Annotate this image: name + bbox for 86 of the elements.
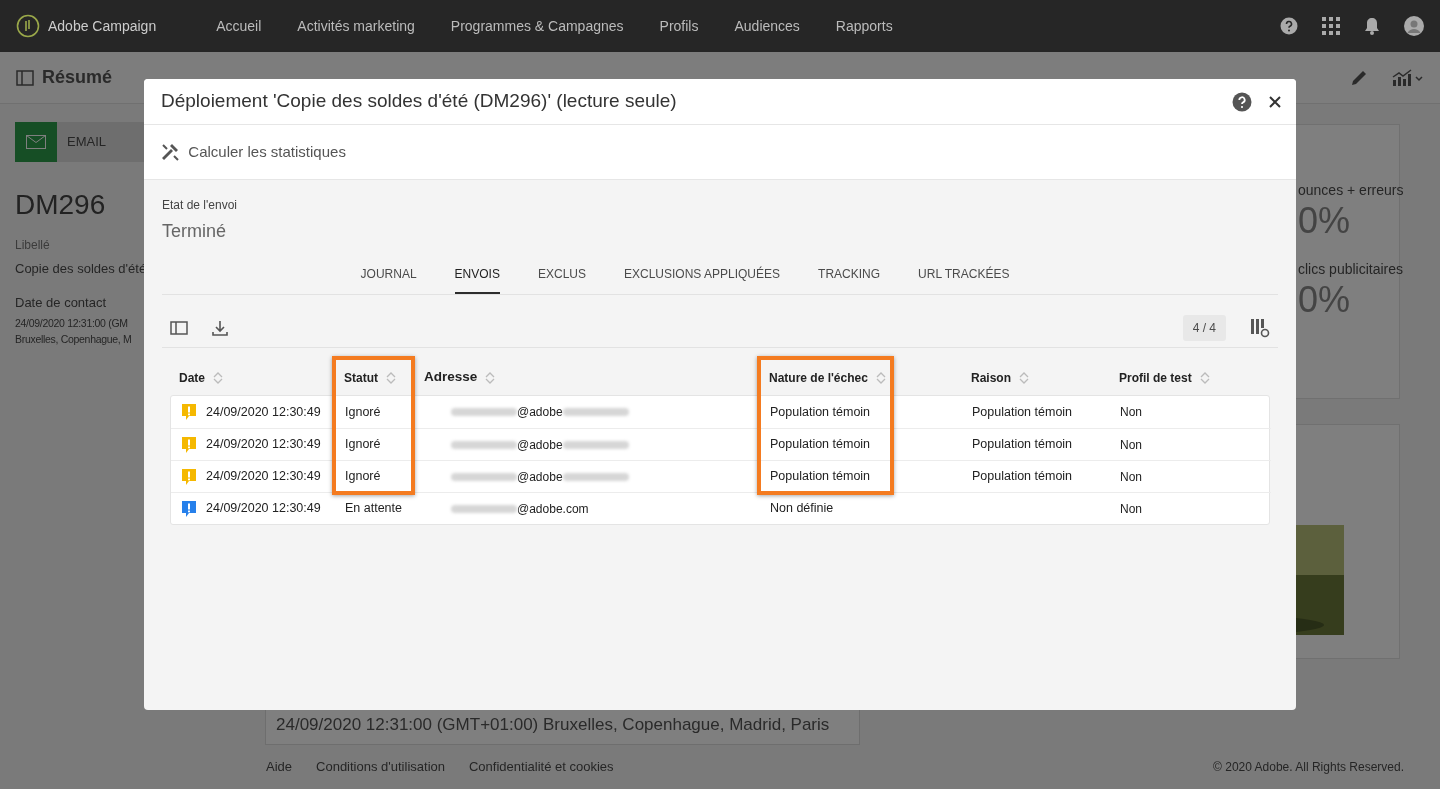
column-title: Date	[179, 369, 205, 387]
table-cell-text: Population témoin	[770, 436, 871, 454]
panel-icon[interactable]	[170, 321, 188, 335]
warning-icon	[180, 435, 198, 454]
page-title: Résumé	[42, 66, 113, 89]
tab[interactable]: TRACKING	[818, 259, 881, 294]
table-cell-text: Ignoré	[345, 468, 381, 486]
table-cell-text: Ignoré	[345, 403, 381, 421]
table-cell-text: Ignoré	[345, 436, 381, 454]
table-cell-text: 24/09/2020 12:30:49	[206, 436, 321, 454]
warning-icon	[180, 467, 198, 486]
row-count: 4 / 4	[1182, 315, 1226, 341]
redacted-text	[451, 440, 517, 449]
table-cell-text: Non	[1120, 436, 1142, 454]
tab[interactable]: EXCLUS	[537, 259, 586, 294]
panel-icon[interactable]	[16, 69, 34, 86]
nav-link[interactable]: Programmes & Campagnes	[450, 15, 624, 37]
state-label: Etat de l'envoi	[162, 197, 238, 214]
download-icon[interactable]	[212, 320, 228, 336]
tab[interactable]: URL TRACKÉES	[918, 259, 1010, 294]
tab[interactable]: ENVOIS	[454, 259, 500, 294]
field-label: Libellé	[15, 237, 50, 254]
nav-link[interactable]: Profils	[659, 15, 699, 37]
pencil-icon[interactable]	[1350, 68, 1368, 87]
table-cell-text: 24/09/2020 12:30:49	[206, 500, 321, 518]
stat-value: 0%	[1298, 201, 1351, 241]
table-cell-text: Non	[1120, 500, 1142, 518]
table-cell-text: Non	[1120, 404, 1142, 421]
logo-icon[interactable]	[16, 14, 40, 38]
table-cell-text: Population témoin	[972, 436, 1073, 454]
table-cell-text: 24/09/2020 12:30:49	[206, 403, 321, 421]
field-value: Bruxelles, Copenhague, M	[15, 331, 132, 347]
footer-link[interactable]: Conditions d'utilisation	[316, 757, 445, 777]
warning-icon	[180, 403, 198, 421]
envelope-icon	[26, 135, 46, 149]
field-value: 24/09/2020 12:31:00 (GM	[15, 316, 128, 331]
table-cell-text: Non	[1120, 468, 1142, 486]
state-value: Terminé	[162, 220, 228, 243]
email-tile[interactable]	[15, 122, 57, 162]
table-cell-text: Population témoin	[972, 468, 1073, 486]
campaign-code: DM296	[15, 188, 106, 222]
field-label: Date de contact	[15, 293, 107, 312]
table-cell-text: Population témoin	[972, 403, 1073, 421]
nav-link[interactable]: Accueil	[216, 15, 262, 37]
redacted-text	[451, 472, 517, 481]
redacted-text	[451, 504, 517, 513]
table-cell-text: @adobe	[517, 404, 563, 421]
chart-icon[interactable]	[1392, 68, 1424, 87]
table-cell-text: En attente	[345, 500, 402, 518]
table-cell-text: @adobe.com	[517, 500, 589, 518]
info-icon	[180, 499, 198, 518]
footer-link[interactable]: Confidentialité et cookies	[469, 757, 614, 777]
compute-stats-button[interactable]: Calculer les statistiques	[160, 140, 346, 164]
tab[interactable]: JOURNAL	[360, 259, 417, 294]
stat-label: clics publicitaires	[1298, 259, 1404, 279]
nav-link[interactable]: Activités marketing	[297, 15, 415, 37]
stat-value: 0%	[1298, 279, 1351, 320]
bell-icon[interactable]	[1364, 17, 1380, 35]
avatar-icon[interactable]	[1404, 16, 1424, 36]
column-settings-icon[interactable]	[1250, 318, 1270, 338]
apps-icon[interactable]	[1322, 17, 1340, 35]
table-cell-text: Population témoin	[770, 403, 871, 421]
table-cell-text: Non définie	[770, 500, 834, 518]
table-cell-text: @adobe	[517, 468, 563, 486]
copyright: © 2020 Adobe. All Rights Reserved.	[1213, 759, 1404, 776]
channel-label: EMAIL	[67, 133, 106, 152]
stat-label: ounces + erreurs	[1298, 181, 1404, 200]
nav-link[interactable]: Audiences	[734, 15, 800, 37]
column-title: Raison	[971, 369, 1011, 387]
help-icon[interactable]	[1232, 91, 1252, 112]
table-cell-text: 24/09/2020 12:30:49	[206, 468, 321, 486]
dialog-title: Déploiement 'Copie des soldes d'été (DM296)' (lecture seule)	[161, 89, 677, 114]
table-cell-text: @adobe	[517, 436, 563, 454]
footer-link[interactable]: Aide	[266, 757, 293, 777]
tab[interactable]: EXCLUSIONS APPLIQUÉES	[624, 259, 781, 294]
close-icon[interactable]	[1268, 94, 1282, 109]
nav-link[interactable]: Rapports	[835, 15, 893, 37]
column-title: Profil de test	[1119, 369, 1192, 387]
help-icon[interactable]	[1280, 17, 1298, 35]
column-title: Statut	[344, 369, 378, 387]
redacted-text	[451, 408, 517, 416]
table-cell-text: Population témoin	[770, 468, 871, 486]
column-title: Nature de l'échec	[769, 369, 868, 387]
app-name: Adobe Campaign	[48, 16, 157, 36]
tools-icon	[160, 142, 180, 162]
column-title: Adresse	[424, 368, 478, 387]
